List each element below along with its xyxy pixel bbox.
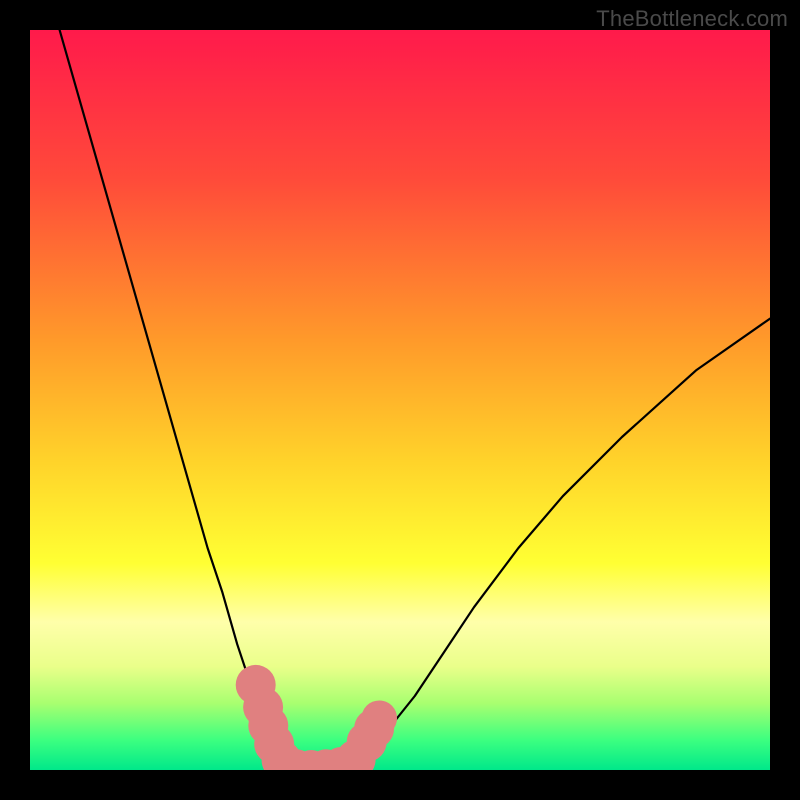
plot-area [30, 30, 770, 770]
right-marker-4 [362, 700, 398, 736]
chart-frame: TheBottleneck.com [0, 0, 800, 800]
watermark-label: TheBottleneck.com [596, 6, 788, 32]
curve-markers [236, 665, 397, 770]
curve-layer [30, 30, 770, 770]
bottleneck-curve [60, 30, 770, 769]
